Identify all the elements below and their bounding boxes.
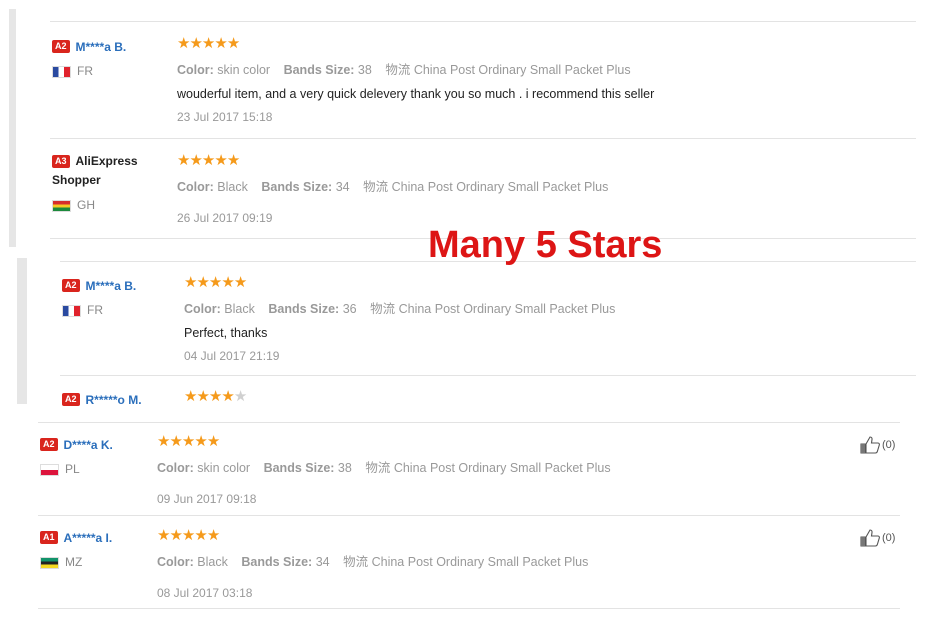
star-icon: ★ — [214, 152, 227, 169]
star-icon: ★ — [169, 433, 182, 450]
buyer-info: A2 R*****o M. — [62, 391, 172, 409]
divider — [38, 608, 900, 609]
star-icon: ★ — [208, 388, 222, 405]
buyer-name[interactable]: M****a B. — [76, 40, 127, 54]
star-icon: ★ — [194, 433, 207, 450]
star-icon: ★ — [184, 274, 197, 291]
star-icon: ★ — [206, 527, 220, 544]
buyer-level-badge: A2 — [62, 279, 80, 293]
buyer-country: FR — [52, 64, 162, 78]
review-date: 04 Jul 2017 21:19 — [184, 349, 280, 363]
star-icon: ★ — [157, 433, 170, 450]
star-rating: ★★★★★ — [184, 388, 247, 405]
buyer-info: A2 M****a B. FR — [52, 38, 162, 78]
buyer-info: A2 M****a B. FR — [62, 277, 172, 317]
buyer-name[interactable]: R*****o M. — [86, 393, 142, 407]
review-details: ★★★★★ Color: Black Bands Size: 34 物流 Chi… — [157, 528, 589, 601]
order-info: Color: skin color Bands Size: 38 物流 Chin… — [157, 461, 611, 475]
review-date: 26 Jul 2017 09:19 — [177, 211, 273, 225]
buyer-country: MZ — [40, 555, 150, 569]
divider — [60, 375, 916, 376]
mozambique-flag-icon — [40, 556, 59, 569]
order-info: Color: Black Bands Size: 34 物流 China Pos… — [177, 180, 609, 194]
buyer-level-badge: A2 — [62, 393, 80, 407]
poland-flag-icon — [40, 463, 59, 476]
france-flag-icon — [62, 304, 81, 317]
star-rating: ★★★★★ — [157, 528, 588, 544]
review-details: ★★★★★ Color: Black Bands Size: 36 物流 Chi… — [184, 275, 616, 364]
divider — [38, 515, 900, 516]
buyer-level-badge: A2 — [52, 40, 70, 54]
buyer-country: FR — [62, 303, 172, 317]
star-icon: ★ — [169, 527, 182, 544]
helpful-count: (0) — [882, 438, 896, 451]
star-icon: ★ — [201, 35, 215, 52]
buyer-country: GH — [52, 198, 152, 212]
star-icon: ★ — [194, 527, 207, 544]
star-icon: ★ — [177, 35, 190, 52]
star-icon: ★ — [206, 433, 220, 450]
buyer-info: A1 A*****a I. MZ — [40, 529, 150, 569]
review-date: 23 Jul 2017 15:18 — [177, 110, 273, 124]
thumbs-up-icon — [860, 436, 880, 454]
review-date: 09 Jun 2017 09:18 — [157, 492, 257, 506]
buyer-level-badge: A1 — [40, 531, 58, 545]
star-icon: ★ — [221, 274, 234, 291]
buyer-name[interactable]: A*****a I. — [64, 531, 113, 545]
star-icon: ★ — [181, 527, 195, 544]
panel-edge-2 — [17, 258, 27, 404]
helpful-count: (0) — [882, 531, 896, 544]
buyer-info: A3 AliExpress Shopper GH — [52, 152, 152, 212]
thumbs-up-icon — [860, 529, 880, 547]
divider — [50, 21, 916, 22]
review-text: wouderful item, and a very quick delever… — [177, 87, 655, 101]
order-info: Color: Black Bands Size: 34 物流 China Pos… — [157, 555, 589, 569]
order-info: Color: Black Bands Size: 36 物流 China Pos… — [184, 302, 616, 316]
star-icon: ★ — [201, 152, 215, 169]
review-details: ★★★★★ Color: skin color Bands Size: 38 物… — [157, 434, 611, 507]
review-date: 08 Jul 2017 03:18 — [157, 586, 253, 600]
star-icon: ★ — [177, 152, 190, 169]
star-icon: ★ — [184, 388, 197, 405]
buyer-info: A2 D****a K. PL — [40, 436, 150, 476]
star-icon: ★ — [221, 388, 234, 405]
star-rating: ★★★★★ — [184, 275, 615, 291]
france-flag-icon — [52, 65, 71, 78]
ghana-flag-icon — [52, 199, 71, 212]
buyer-name[interactable]: M****a B. — [86, 279, 137, 293]
star-rating: ★★★★★ — [177, 36, 654, 52]
star-icon: ★ — [181, 433, 195, 450]
star-empty-icon: ★ — [233, 388, 247, 405]
buyer-country: PL — [40, 462, 150, 476]
star-icon: ★ — [226, 35, 240, 52]
star-icon: ★ — [189, 152, 202, 169]
star-rating: ★★★★★ — [177, 153, 608, 169]
buyer-level-badge: A2 — [40, 438, 58, 452]
helpful-button[interactable]: (0) — [860, 436, 895, 454]
review-details: ★★★★★ Color: skin color Bands Size: 38 物… — [177, 36, 655, 125]
star-icon: ★ — [226, 152, 240, 169]
review-details: ★★★★★ Color: Black Bands Size: 34 物流 Chi… — [177, 153, 609, 226]
star-rating: ★★★★★ — [157, 434, 611, 450]
divider — [38, 422, 900, 423]
divider — [50, 138, 916, 139]
review-details: ★★★★★ — [184, 388, 247, 405]
order-info: Color: skin color Bands Size: 38 物流 Chin… — [177, 63, 631, 77]
star-icon: ★ — [233, 274, 247, 291]
star-icon: ★ — [196, 274, 209, 291]
overlay-caption: Many 5 Stars — [428, 224, 663, 266]
star-icon: ★ — [208, 274, 222, 291]
helpful-button[interactable]: (0) — [860, 529, 895, 547]
panel-edge-1 — [9, 9, 16, 247]
star-icon: ★ — [196, 388, 209, 405]
buyer-level-badge: A3 — [52, 155, 70, 168]
star-icon: ★ — [214, 35, 227, 52]
buyer-name[interactable]: D****a K. — [64, 438, 113, 452]
star-icon: ★ — [157, 527, 170, 544]
star-icon: ★ — [189, 35, 202, 52]
review-text: Perfect, thanks — [184, 326, 268, 340]
